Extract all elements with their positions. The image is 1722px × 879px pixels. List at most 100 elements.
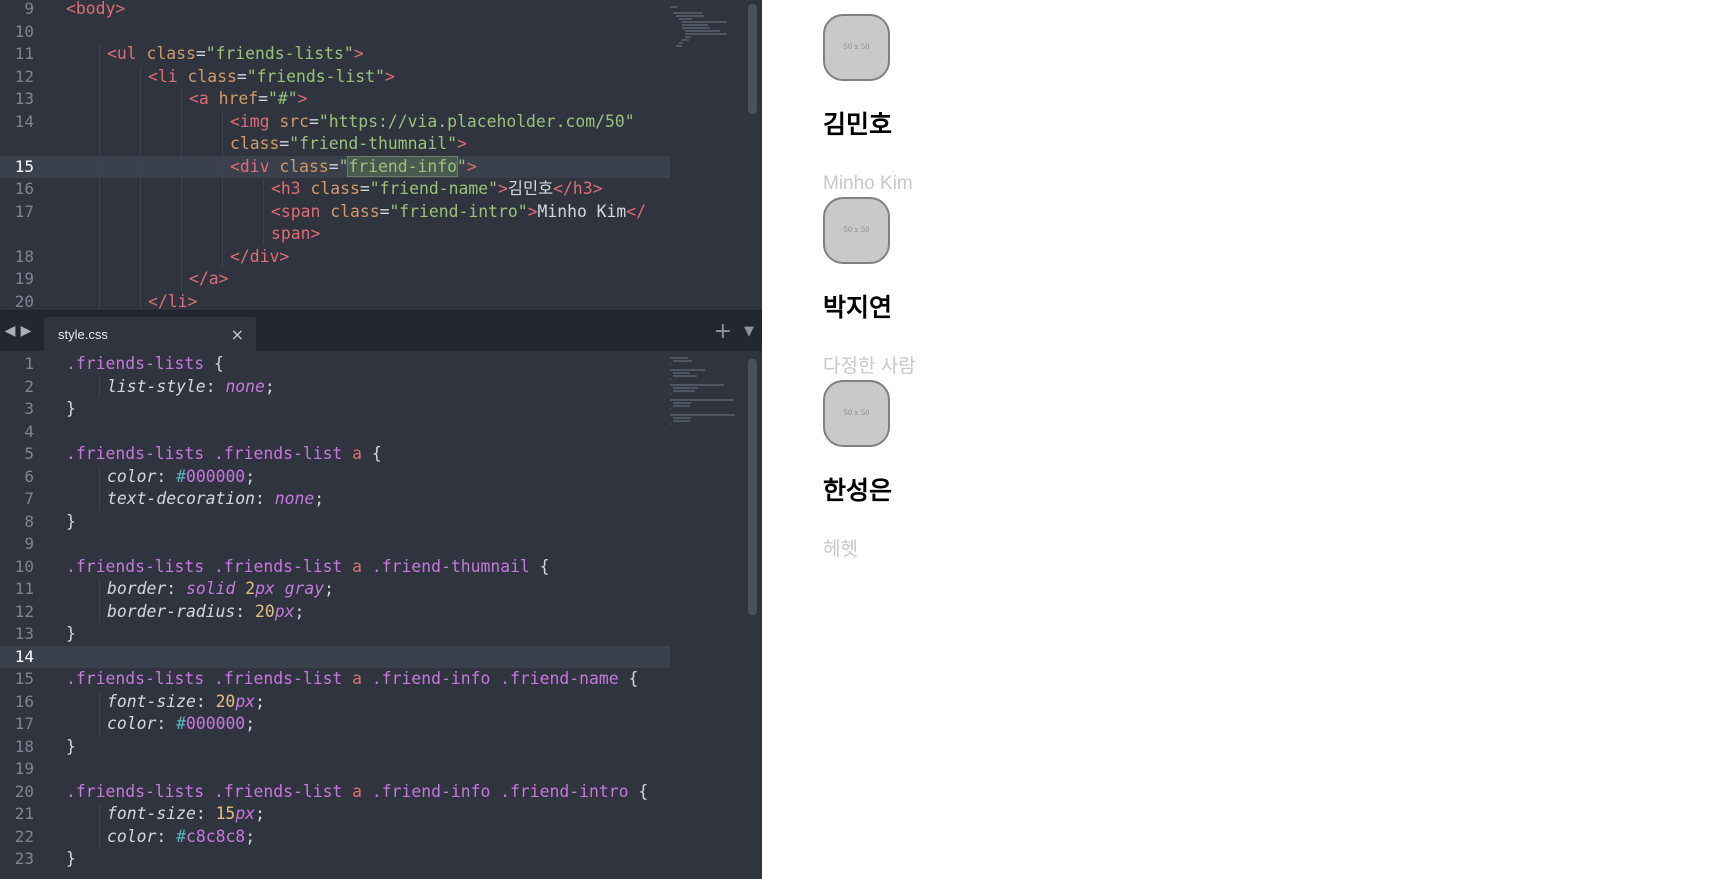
code-line[interactable]: } (66, 736, 670, 759)
plus-icon[interactable]: + (714, 311, 732, 352)
code-token: </li> (148, 291, 198, 311)
code-line[interactable]: </a> (66, 268, 670, 291)
code-token: { (618, 669, 639, 688)
code-line[interactable]: <ul class="friends-lists"> (66, 43, 670, 66)
minimap-line (670, 414, 735, 416)
tab-style-css[interactable]: style.css × (44, 317, 256, 352)
code-token: } (66, 736, 76, 756)
friend-name[interactable]: 박지연 (823, 293, 892, 323)
friend-intro[interactable]: 헤헷 (823, 538, 858, 562)
code-token: friend-info (347, 155, 458, 177)
indent-guide (181, 245, 182, 268)
code-line[interactable]: text-decoration: none; (66, 488, 670, 511)
code-line[interactable]: color: #000000; (66, 713, 670, 736)
code-token: a (352, 444, 363, 463)
minimap-line (673, 417, 691, 419)
code-line[interactable] (66, 421, 670, 444)
minimap-line (673, 372, 690, 374)
code-line[interactable] (66, 646, 670, 669)
code-line[interactable]: .friends-lists .friends-list a .friend-i… (66, 668, 670, 691)
code-line[interactable]: color: #000000; (66, 466, 670, 489)
code-line[interactable]: <h3 class="friend-name">김민호</h3> (66, 178, 670, 201)
code-line[interactable]: } (66, 623, 670, 646)
code-line[interactable]: <body> (66, 0, 670, 21)
friend-name[interactable]: 김민호 (823, 110, 892, 140)
vertical-scrollbar[interactable] (748, 4, 757, 114)
indent-guide (222, 245, 223, 268)
code-token: <ul (107, 44, 147, 63)
code-line[interactable]: } (66, 398, 670, 421)
code-area[interactable]: <body> <ul class="friends-lists"> <li clas… (66, 0, 670, 310)
line-number: 15 (14, 669, 34, 688)
code-line[interactable]: </div> (66, 246, 670, 269)
code-line[interactable]: <div class="friend-info"> (66, 155, 670, 179)
code-token: span> (271, 224, 321, 243)
minimap-line (682, 21, 728, 23)
code-line[interactable]: .friends-lists .friends-list a { (66, 443, 670, 466)
indent-guide (99, 578, 100, 601)
indent-guide (181, 200, 182, 223)
minimap[interactable] (670, 351, 744, 879)
tab-bar: ◀ ▶ style.css × + ▼ (0, 310, 762, 352)
code-line[interactable]: font-size: 20px; (66, 691, 670, 714)
code-line[interactable]: <span class="friend-intro">Minho Kim</ (66, 201, 670, 224)
forward-arrow-icon[interactable]: ▶ (16, 311, 36, 352)
line-number: 5 (24, 444, 34, 463)
code-line[interactable]: class="friend-thumnail"> (66, 133, 670, 156)
code-line[interactable]: </li> (66, 291, 670, 311)
code-token: none (225, 376, 265, 396)
code-line[interactable]: <img src="https://via.placeholder.com/50… (66, 111, 670, 134)
code-line[interactable]: list-style: none; (66, 376, 670, 399)
close-icon[interactable]: × (231, 317, 244, 352)
code-line[interactable]: } (66, 511, 670, 534)
line-number: 2 (24, 376, 34, 396)
line-number: 17 (14, 714, 34, 733)
friend-intro[interactable]: Minho Kim (823, 172, 913, 196)
code-line[interactable]: color: #c8c8c8; (66, 826, 670, 849)
code-line[interactable]: border: solid 2px gray; (66, 578, 670, 601)
code-token: class (310, 179, 360, 198)
code-token: </h3> (553, 179, 603, 198)
code-line[interactable]: border-radius: 20px; (66, 601, 670, 624)
friend-name[interactable]: 한성은 (823, 476, 892, 506)
code-token: border (107, 579, 167, 598)
code-line[interactable] (66, 533, 670, 556)
code-line[interactable]: span> (66, 223, 670, 246)
code-line[interactable] (66, 21, 670, 44)
code-line[interactable]: .friends-lists .friends-list a .friend-t… (66, 556, 670, 579)
code-line[interactable] (66, 758, 670, 781)
code-area[interactable]: .friends-lists {list-style: none;} .frien… (66, 351, 670, 879)
indent-guide (99, 268, 100, 291)
html-editor-pane[interactable]: 9 10 11 12 13 14 15 16 17 18 19 20 <body> <ul class=… (0, 0, 762, 310)
friend-thumbnail[interactable]: 50 x 50 (823, 14, 890, 81)
code-token: href (218, 89, 259, 108)
line-number: 21 (14, 804, 34, 823)
code-line[interactable]: <li class="friends-list"> (66, 66, 670, 89)
chevron-down-icon[interactable]: ▼ (744, 311, 754, 352)
code-line[interactable]: .friends-lists .friends-list a .friend-i… (66, 781, 670, 804)
indent-guide (140, 290, 141, 310)
indent-guide (99, 803, 100, 826)
minimap-line (673, 375, 698, 377)
minimap[interactable] (670, 0, 744, 310)
friend-thumbnail[interactable]: 50 x 50 (823, 380, 890, 447)
code-token: none (274, 489, 315, 508)
indent-guide (99, 690, 100, 713)
css-editor-pane[interactable]: 1 2 3 4 5 6 7 8 9 10 11 12 13 14 15 16 17 18 19 20 21 22 23 .f… (0, 351, 762, 879)
indent-guide (222, 178, 223, 201)
indent-guide (140, 245, 141, 268)
code-line[interactable]: .friends-lists { (66, 353, 670, 376)
friend-intro[interactable]: 다정한 사람 (823, 355, 916, 379)
minimap-line (685, 33, 727, 35)
code-line[interactable]: } (66, 848, 670, 871)
line-number: 12 (14, 601, 34, 621)
vertical-scrollbar[interactable] (748, 359, 757, 615)
code-token: { (204, 354, 224, 373)
friend-thumbnail[interactable]: 50 x 50 (823, 197, 890, 264)
indent-guide (99, 223, 100, 246)
indent-guide (140, 223, 141, 246)
code-line[interactable]: font-size: 15px; (66, 803, 670, 826)
code-token: class (279, 156, 329, 176)
code-line[interactable]: <a href="#"> (66, 88, 670, 111)
indent-guide (140, 88, 141, 111)
